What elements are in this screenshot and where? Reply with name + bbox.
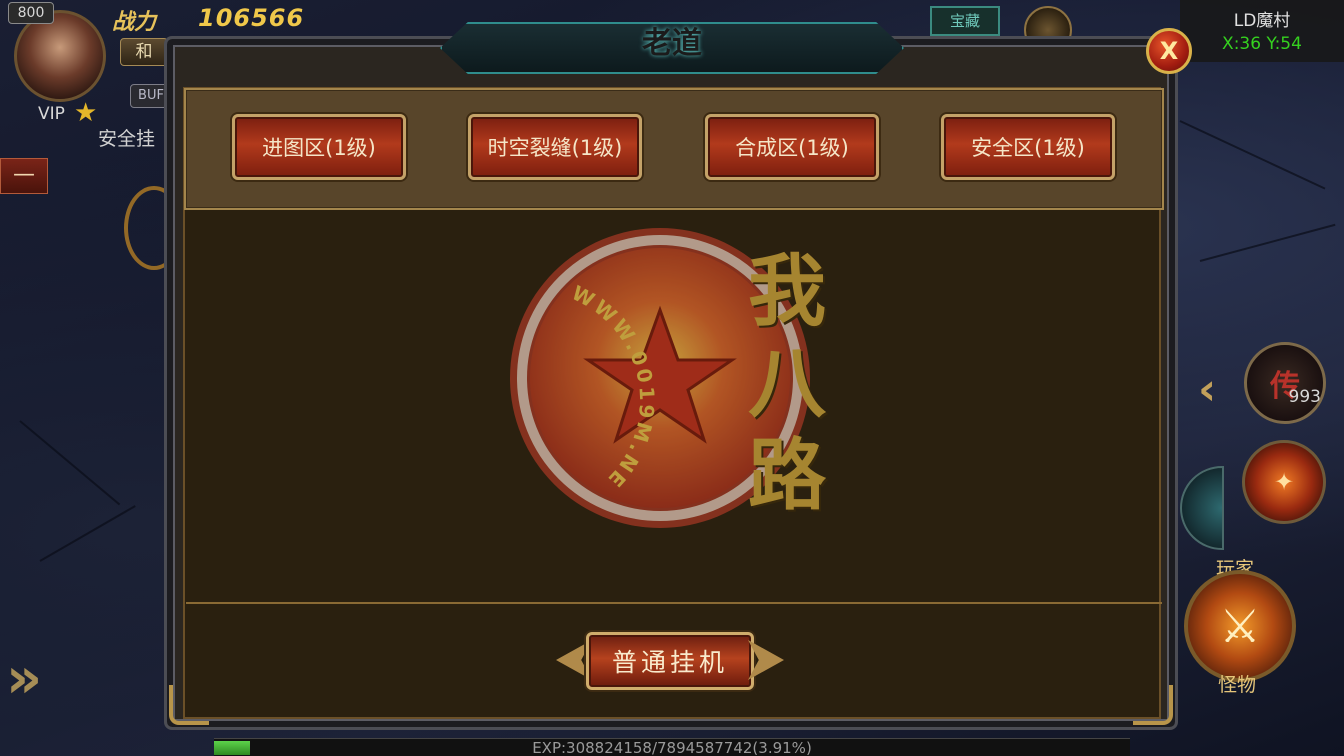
target-monster-label: 怪物	[1218, 674, 1257, 696]
zone-button-rift[interactable]: 时空裂缝(1级)	[468, 114, 642, 180]
fire-icon: ✦	[1273, 468, 1295, 496]
vip-star-icon: ★	[74, 98, 98, 128]
exp-bar: EXP:308824158/7894587742(3.91%)	[214, 738, 1130, 756]
auto-hang-status: 安全挂	[98, 128, 156, 150]
corner-ornament	[169, 685, 209, 725]
dialog-title-plate: 老道	[440, 22, 904, 74]
zone-button-synthesis[interactable]: 合成区(1级)	[705, 114, 879, 180]
dialog-divider	[186, 602, 1162, 604]
exp-text: EXP:308824158/7894587742(3.91%)	[532, 739, 812, 756]
close-button[interactable]: X	[1146, 28, 1192, 74]
zone-button-safe-zone[interactable]: 安全区(1级)	[941, 114, 1115, 180]
watermark-logo: WWW.0019M.NET 我 八 路	[492, 199, 826, 538]
legend-count: 993	[1288, 387, 1321, 407]
side-panel-arrow-icon[interactable]: ‹	[1198, 364, 1216, 415]
scene-crack	[19, 420, 121, 506]
treasure-tag-button[interactable]: 宝藏	[930, 6, 1000, 36]
scene-crack	[39, 505, 136, 562]
watermark-char: 路	[748, 430, 827, 521]
normal-auto-hang-button[interactable]: 普通挂机	[586, 632, 754, 690]
dialog-title: 老道	[642, 26, 702, 61]
map-name: LD魔村	[1233, 11, 1291, 31]
combat-power-value: 106566	[198, 4, 305, 32]
expand-menu-arrow-icon[interactable]: »	[6, 646, 42, 711]
combat-power-label: 战力	[112, 9, 157, 35]
scene-crack	[1199, 223, 1336, 262]
legend-skill-button[interactable]: 传 993	[1244, 342, 1326, 424]
watermark-char: 我	[748, 246, 827, 337]
pk-mode-button[interactable]: 和	[120, 38, 168, 66]
watermark-char: 八	[748, 338, 827, 429]
zone-button-enter-map[interactable]: 进图区(1级)	[232, 114, 406, 180]
attack-target-button[interactable]: ⚔	[1184, 570, 1296, 682]
player-level-badge: 800	[8, 2, 54, 24]
vip-label: VIP	[38, 104, 65, 124]
corner-ornament	[1133, 685, 1173, 725]
sword-icon: ⚔	[1219, 599, 1261, 653]
scene-crack	[1179, 120, 1326, 190]
minimap-panel[interactable]: LD魔村 X:36 Y:54	[1180, 0, 1344, 62]
collapse-button[interactable]: —	[0, 158, 48, 194]
fire-skill-button[interactable]: ✦	[1242, 440, 1326, 524]
player-coordinates: X:36 Y:54	[1222, 34, 1302, 54]
